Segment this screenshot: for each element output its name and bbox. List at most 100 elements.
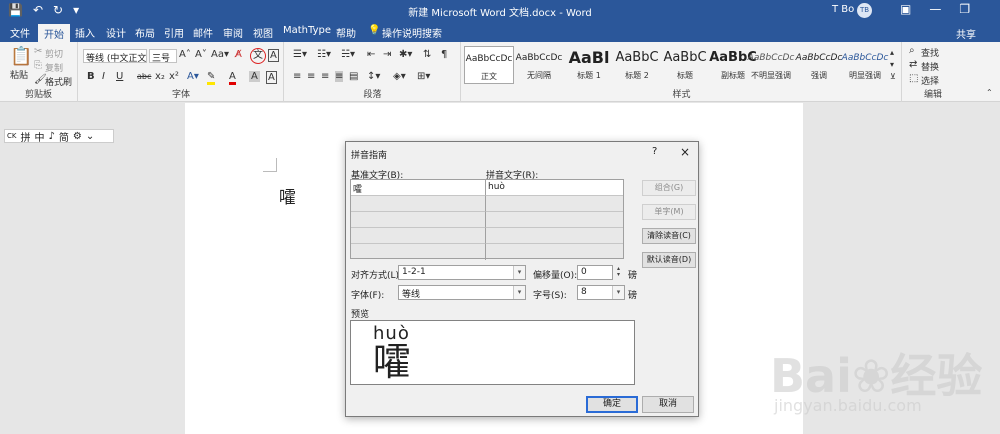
paste-icon[interactable]: 📋 xyxy=(10,46,32,67)
mono-button[interactable]: 单字(M) xyxy=(642,204,696,220)
justify-icon[interactable]: ≡ xyxy=(335,71,344,82)
chinese-layout-icon[interactable]: ✱▾ xyxy=(399,49,412,60)
base-text-input[interactable] xyxy=(351,196,486,212)
bullets-icon[interactable]: ☰▾ xyxy=(293,49,307,60)
style-title[interactable]: AaBbC 标题 xyxy=(660,46,710,84)
bold-button[interactable]: B xyxy=(87,71,95,82)
collapse-ribbon-icon[interactable]: ⌃ xyxy=(986,88,993,97)
user-name[interactable]: T Bo xyxy=(832,4,854,15)
superscript-button[interactable]: x² xyxy=(169,71,179,82)
cut-button[interactable]: 剪切 xyxy=(45,47,63,60)
strikethrough-button[interactable]: abc xyxy=(137,72,151,81)
shading-icon[interactable]: ◈▾ xyxy=(393,71,406,82)
font-size-select[interactable]: 三号 xyxy=(149,49,177,63)
tell-me-search[interactable]: 操作说明搜索 xyxy=(382,25,442,40)
paste-button[interactable]: 粘贴 xyxy=(10,68,28,81)
subscript-button[interactable]: x₂ xyxy=(155,71,165,82)
find-icon[interactable]: ⌕ xyxy=(909,45,915,56)
distributed-icon[interactable]: ▤ xyxy=(349,71,358,82)
clear-ruby-button[interactable]: 清除读音(C) xyxy=(642,228,696,244)
ime-pinyin-icon[interactable]: 拼 xyxy=(20,129,30,144)
chevron-down-icon[interactable]: ▾ xyxy=(513,286,525,299)
style-emphasis[interactable]: AaBbCcDc 强调 xyxy=(794,46,844,84)
char-border-icon[interactable]: A xyxy=(266,71,277,84)
sort-icon[interactable]: ⇅ xyxy=(423,49,431,60)
line-spacing-icon[interactable]: ↕▾ xyxy=(367,71,380,82)
style-heading-2[interactable]: AaBbC 标题 2 xyxy=(612,46,662,84)
highlight-icon[interactable]: ✎ xyxy=(207,71,216,85)
tab-mailings[interactable]: 邮件 xyxy=(193,25,213,40)
italic-button[interactable]: I xyxy=(102,71,105,82)
tab-help[interactable]: 帮助 xyxy=(336,25,356,40)
default-ruby-button[interactable]: 默认读音(D) xyxy=(642,252,696,268)
ruby-text-input[interactable] xyxy=(486,228,623,244)
ime-chinese-icon[interactable]: 中 xyxy=(34,129,44,144)
cancel-button[interactable]: 取消 xyxy=(642,396,694,413)
close-icon[interactable]: × xyxy=(680,145,690,159)
change-case-icon[interactable]: Aa▾ xyxy=(211,49,229,60)
style-heading-1[interactable]: AaBl 标题 1 xyxy=(564,46,614,84)
shrink-font-icon[interactable]: A˅ xyxy=(195,49,207,60)
show-marks-icon[interactable]: ¶ xyxy=(441,49,447,60)
cut-icon[interactable]: ✂ xyxy=(34,46,42,57)
ok-button[interactable]: 确定 xyxy=(586,396,638,413)
styles-scroll-down-icon[interactable]: ▾ xyxy=(890,60,894,69)
underline-button[interactable]: U xyxy=(116,71,123,82)
numbering-icon[interactable]: ☷▾ xyxy=(317,49,331,60)
find-button[interactable]: 查找 xyxy=(921,46,939,59)
font-color-icon[interactable]: A xyxy=(229,71,236,85)
offset-input[interactable]: 0 ▴ ▾ xyxy=(577,265,620,280)
ime-expand-icon[interactable]: ⌄ xyxy=(86,131,94,142)
align-right-icon[interactable]: ≡ xyxy=(321,71,329,82)
char-shading-icon[interactable]: A xyxy=(249,71,260,82)
increase-indent-icon[interactable]: ⇥ xyxy=(383,49,391,60)
ruby-text-input[interactable]: huò xyxy=(486,180,623,196)
font-name-select[interactable]: 等线 (中文正文 xyxy=(83,49,147,63)
share-button[interactable]: 共享 xyxy=(956,26,976,41)
multilevel-list-icon[interactable]: ☵▾ xyxy=(341,49,355,60)
size-select[interactable]: 8 ▾ xyxy=(577,285,625,300)
tab-review[interactable]: 审阅 xyxy=(223,25,243,40)
avatar[interactable]: TB xyxy=(857,3,872,18)
base-text-input[interactable] xyxy=(351,212,486,228)
replace-button[interactable]: 替换 xyxy=(921,60,939,73)
copy-button[interactable]: 复制 xyxy=(45,61,63,74)
group-button[interactable]: 组合(G) xyxy=(642,180,696,196)
style-subtle-emphasis[interactable]: AaBbCcDc 不明显强调 xyxy=(746,46,796,84)
ruby-text-input[interactable] xyxy=(486,212,623,228)
enclose-char-icon[interactable]: A xyxy=(268,49,279,62)
align-center-icon[interactable]: ≡ xyxy=(307,71,315,82)
ime-settings-icon[interactable]: ⚙ xyxy=(73,131,82,142)
tab-mathtype[interactable]: MathType xyxy=(283,25,331,36)
document-text[interactable]: 嚯 xyxy=(279,183,296,208)
replace-icon[interactable]: ⇄ xyxy=(909,59,917,70)
font-select[interactable]: 等线 ▾ xyxy=(398,285,526,300)
chevron-down-icon[interactable]: ▾ xyxy=(612,286,624,299)
ruby-text-input[interactable] xyxy=(486,244,623,260)
style-intense-emphasis[interactable]: AaBbCcDc 明显强调 xyxy=(840,46,890,84)
styles-scroll-up-icon[interactable]: ▴ xyxy=(890,48,894,57)
help-icon[interactable]: ? xyxy=(652,146,657,157)
select-icon[interactable]: ⬚ xyxy=(909,73,918,84)
ruby-text-input[interactable] xyxy=(486,196,623,212)
style-no-spacing[interactable]: AaBbCcDc 无间隔 xyxy=(514,46,564,84)
select-button[interactable]: 选择 xyxy=(921,74,939,87)
grow-font-icon[interactable]: A˄ xyxy=(179,49,191,60)
tab-design[interactable]: 设计 xyxy=(106,25,126,40)
tab-file[interactable]: 文件 xyxy=(10,25,30,40)
maximize-icon[interactable]: ❐ xyxy=(959,2,970,16)
ribbon-display-icon[interactable]: ▣ xyxy=(900,2,911,16)
style-normal[interactable]: AaBbCcDc 正文 xyxy=(464,46,514,84)
offset-spinner-icon[interactable]: ▴ ▾ xyxy=(614,266,623,279)
tab-layout[interactable]: 布局 xyxy=(135,25,155,40)
base-text-input[interactable] xyxy=(351,244,486,260)
ime-simplified-icon[interactable]: 简 xyxy=(59,129,69,144)
clear-format-icon[interactable]: A̸ xyxy=(235,49,242,60)
tab-insert[interactable]: 插入 xyxy=(75,25,95,40)
base-text-input[interactable]: 嚯 xyxy=(351,180,486,196)
minimize-icon[interactable]: — xyxy=(929,2,941,16)
text-effects-icon[interactable]: A▾ xyxy=(187,71,199,82)
align-left-icon[interactable]: ≡ xyxy=(293,71,301,82)
borders-icon[interactable]: ⊞▾ xyxy=(417,71,430,82)
phonetic-guide-icon[interactable]: 文 xyxy=(250,48,266,64)
